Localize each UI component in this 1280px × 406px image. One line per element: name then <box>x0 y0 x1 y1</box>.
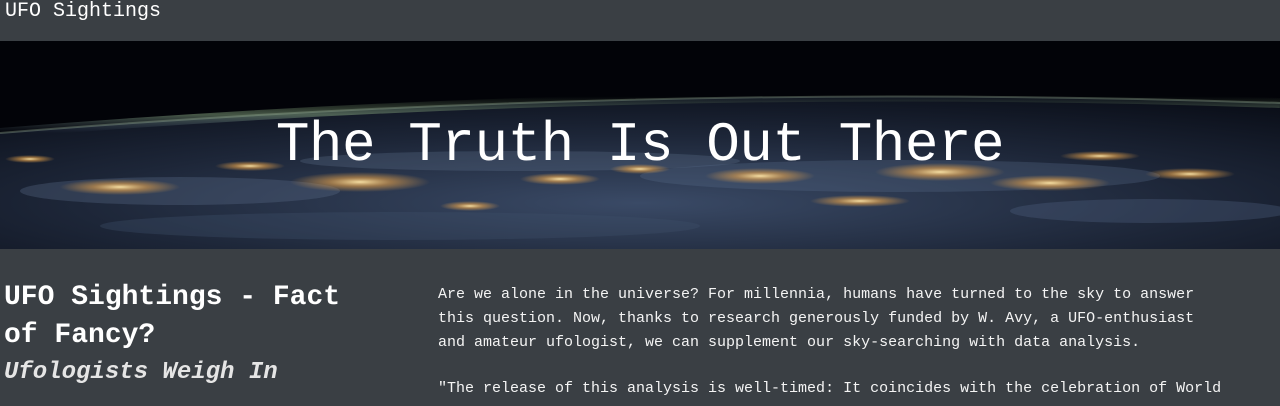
article-headline: UFO Sightings - Fact of Fancy? <box>4 282 341 351</box>
hero-title: The Truth Is Out There <box>275 113 1005 177</box>
top-navbar: UFO Sightings <box>0 0 1280 41</box>
article-paragraph: Are we alone in the universe? For millen… <box>438 286 1195 351</box>
hero-banner: The Truth Is Out There <box>0 41 1280 249</box>
brand-link[interactable]: UFO Sightings <box>5 1 161 23</box>
article-subheadline: Ufologists Weigh In <box>4 359 278 386</box>
article-section: UFO Sightings - Fact of Fancy? Ufologist… <box>0 249 1280 406</box>
article-paragraph: "The release of this analysis is well-ti… <box>438 380 1222 397</box>
article-heading-column: UFO Sightings - Fact of Fancy? Ufologist… <box>4 279 409 391</box>
article-body-column: Are we alone in the universe? For millen… <box>438 283 1280 401</box>
